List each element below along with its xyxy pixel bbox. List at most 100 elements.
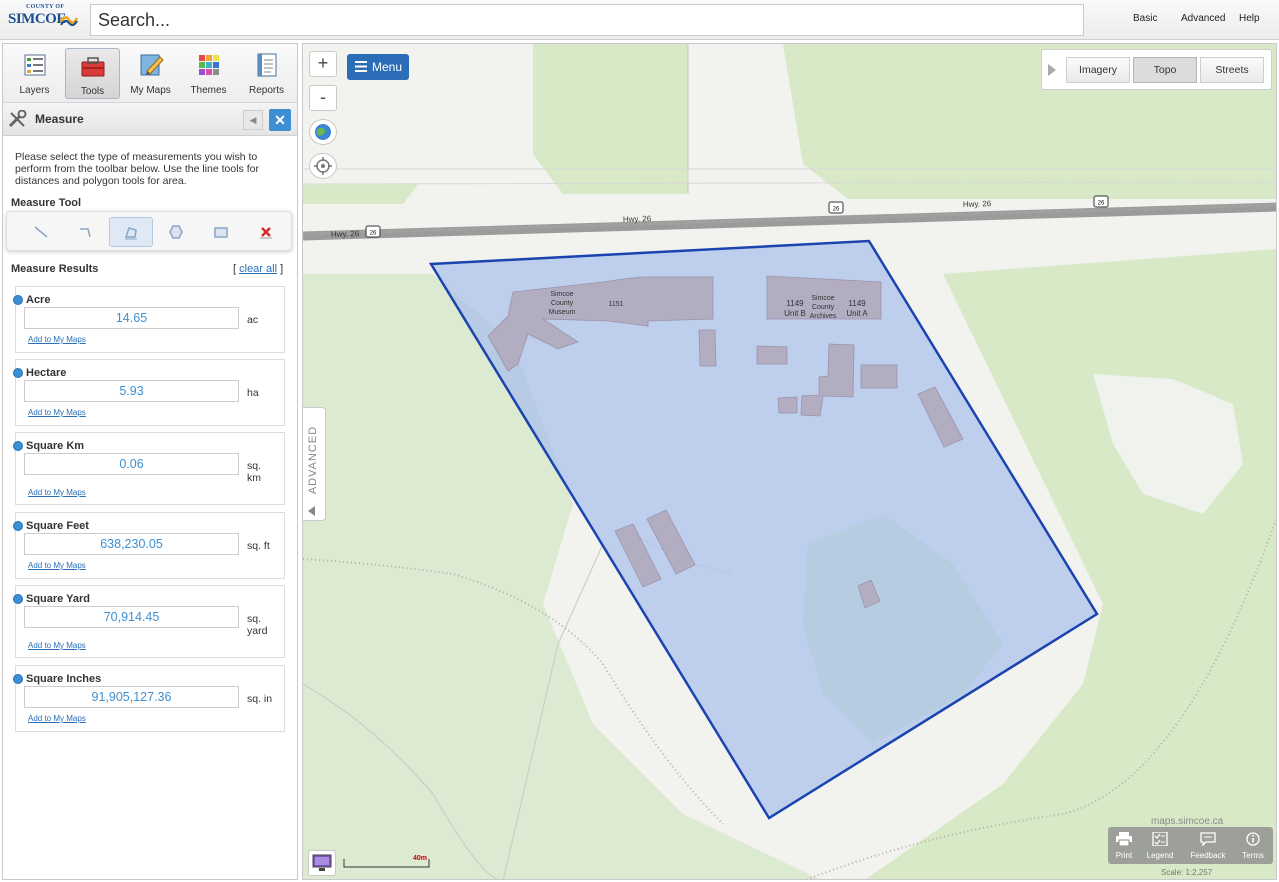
result-title: Square Feet [13,520,89,532]
result-title: Hectare [13,367,66,379]
menu-button[interactable]: Menu [347,54,409,80]
line-tool-icon [34,226,48,238]
add-to-my-maps-link[interactable]: Add to My Maps [28,335,86,344]
simcoe-logo[interactable]: COUNTY OF SIMCOE [8,4,78,36]
result-value[interactable]: 14.65 [24,307,239,329]
route-shield-icon: 26 [1093,195,1109,208]
route-shield-label: 26 [1098,201,1105,207]
zoom-out-button[interactable]: - [309,85,337,111]
clear-all-link[interactable]: clear all [239,263,277,275]
route-shield-icon: 26 [828,201,844,214]
menu-label: Menu [372,60,403,74]
collapse-panel-button[interactable]: ◀ [243,110,263,130]
layers-button[interactable]: Layers [7,48,62,99]
result-value[interactable]: 0.06 [24,453,239,475]
crosshair-icon [314,157,332,175]
measure-circle-button[interactable] [154,217,198,247]
add-to-my-maps-link[interactable]: Add to My Maps [28,714,86,723]
result-card-square-feet: Square Feet 638,230.05 sq. ft Add to My … [13,512,285,579]
help-link[interactable]: Help [1239,13,1260,24]
close-panel-button[interactable]: ✕ [269,109,291,131]
monitor-icon [312,854,332,871]
logo-top-text: COUNTY OF [26,4,65,10]
my-maps-button[interactable]: My Maps [123,48,178,99]
result-unit: ac [247,314,259,326]
highway-26 [303,202,1276,241]
add-to-my-maps-link[interactable]: Add to My Maps [28,561,86,570]
themes-button[interactable]: Themes [181,48,236,99]
terms-label: Terms [1242,851,1264,860]
measure-delete-button[interactable] [244,217,288,247]
add-to-my-maps-link[interactable]: Add to My Maps [28,408,86,417]
measure-rectangle-button[interactable] [199,217,243,247]
result-title: Square Inches [13,673,101,685]
map-canvas[interactable]: Hwy. 26 Hwy. 26 Hwy. 26 26 26 26 Simcoe … [303,44,1277,880]
tools-label: Tools [80,86,105,97]
measure-instructions: Please select the type of measurements y… [15,151,259,187]
feedback-icon [1200,832,1216,847]
result-value[interactable]: 70,914.45 [24,606,239,628]
polyline-tool-icon [80,228,91,238]
add-to-my-maps-link[interactable]: Add to My Maps [28,488,86,497]
measure-line-button[interactable] [19,217,63,247]
search-input[interactable] [90,4,1084,36]
scale-bar-label: 40m [413,855,428,862]
unit-a-number: 1149 [848,299,866,308]
feedback-button[interactable]: Feedback [1186,830,1230,862]
globe-button[interactable] [309,119,337,145]
scale-bar: 40m [343,855,431,868]
rectangle-tool-icon [214,227,228,238]
measure-polygon-button[interactable] [109,217,153,247]
zoom-in-button[interactable]: + [309,51,337,77]
building [860,364,898,389]
measure-polyline-button[interactable] [64,217,108,247]
result-title: Square Km [13,440,84,452]
tools-button[interactable]: Tools [65,48,120,99]
map-view[interactable]: Hwy. 26 Hwy. 26 Hwy. 26 26 26 26 Simcoe … [302,43,1277,880]
topo-basemap-button[interactable]: Topo [1133,57,1197,83]
overview-map-button[interactable] [308,850,336,876]
logo-wave-icon [60,16,78,26]
themes-icon [198,55,219,75]
polygon-tool-icon [124,227,137,240]
result-unit: sq. ft [247,540,270,552]
route-shield-label: 26 [370,231,377,237]
print-button[interactable]: Print [1112,830,1136,862]
delete-icon [260,227,272,239]
result-value[interactable]: 91,905,127.36 [24,686,239,708]
clear-all-wrapper: [ clear all ] [233,263,283,275]
hamburger-icon [355,61,367,72]
measure-header: Measure ◀ ✕ [3,103,297,136]
result-card-acre: Acre 14.65 ac Add to My Maps [13,286,285,353]
wrench-icon [8,110,27,128]
left-panel: Layers Tools My Maps Themes Reports Meas… [2,43,298,880]
info-dot-icon [13,521,23,531]
advanced-link[interactable]: Advanced [1181,13,1225,24]
hwy-label: Hwy. 26 [623,214,652,224]
imagery-basemap-button[interactable]: Imagery [1066,57,1130,83]
result-unit-line2: km [247,472,261,484]
expand-left-icon [308,506,315,516]
locate-button[interactable] [309,153,337,179]
circle-tool-icon [169,225,183,239]
terms-button[interactable]: Terms [1238,830,1268,862]
streets-basemap-button[interactable]: Streets [1200,57,1264,83]
result-card-square-inches: Square Inches 91,905,127.36 sq. in Add t… [13,665,285,732]
reports-icon [257,53,276,77]
result-value[interactable]: 5.93 [24,380,239,402]
reports-button[interactable]: Reports [239,48,294,99]
panel-toolbar: Layers Tools My Maps Themes Reports [3,44,297,103]
feedback-label: Feedback [1190,851,1226,860]
building [698,329,717,367]
result-value[interactable]: 638,230.05 [24,533,239,555]
add-to-my-maps-link[interactable]: Add to My Maps [28,641,86,650]
expand-arrow-icon[interactable] [1048,64,1056,76]
museum-number: 1151 [608,301,623,308]
result-title: Acre [13,294,50,306]
basic-link[interactable]: Basic [1133,13,1157,24]
archives-label-line2: County [812,304,835,311]
advanced-tab[interactable]: ADVANCED [303,407,326,521]
legend-label: Legend [1146,851,1174,860]
legend-button[interactable]: Legend [1144,830,1176,862]
archives-label-line1: Simcoe [811,295,834,302]
